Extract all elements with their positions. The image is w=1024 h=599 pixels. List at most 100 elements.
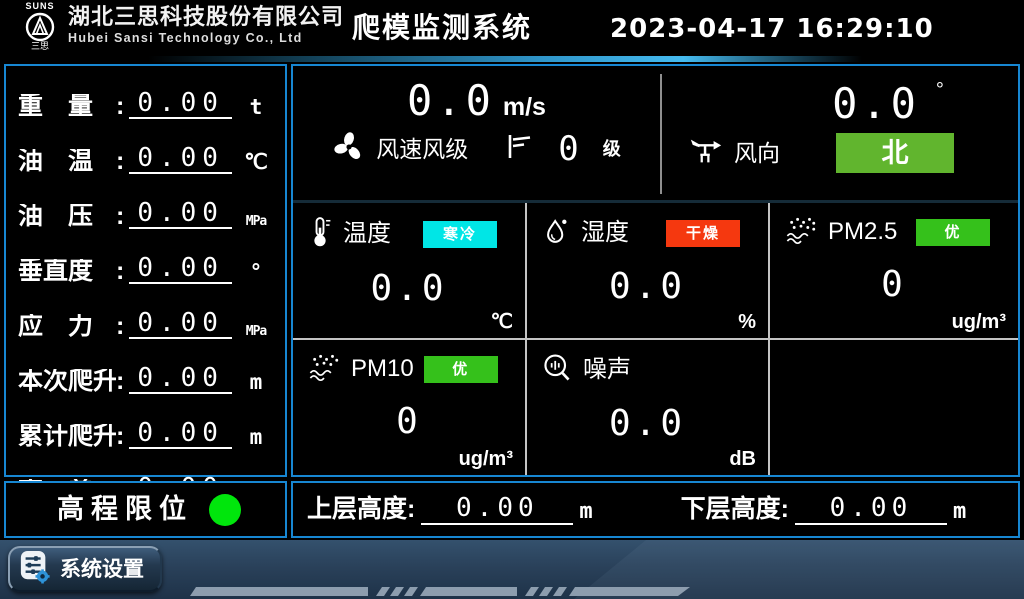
datetime-display: 2023-04-17 16:29:10	[610, 16, 934, 42]
wind-speed-unit: m/s	[503, 93, 546, 121]
settings-button-label: 系统设置	[60, 559, 144, 580]
logo-text-top: SUNS	[16, 2, 64, 11]
logo-icon	[25, 12, 55, 42]
colon: :	[116, 314, 124, 339]
measurements-panel: 重 量: 0.00 t 油 温: 0.00 ℃ 油 压: 0.00 MPa 垂直…	[4, 64, 287, 477]
measure-label: 重 量	[18, 94, 116, 119]
thermometer-icon	[307, 215, 333, 253]
colon: :	[116, 149, 124, 174]
measure-row-verticality: 垂直度: 0.00 °	[18, 234, 275, 289]
sensor-cell-temperature: 温度 寒冷 0.0 ℃	[293, 203, 525, 338]
lower-level-unit: m	[953, 501, 966, 525]
sensor-label: PM2.5	[828, 220, 897, 244]
header: SUNS 三思 湖北三思科技股份有限公司 Hubei Sansi Technol…	[0, 0, 1024, 55]
wind-speed-line: 0.0m/s	[293, 80, 660, 122]
droplet-icon	[541, 215, 571, 251]
page-title: 爬模监测系统	[352, 14, 532, 42]
status-badge: 寒冷	[423, 221, 497, 248]
lower-level-label: 下层高度	[681, 497, 781, 525]
sensor-label: 噪声	[583, 358, 631, 382]
sensor-unit: ℃	[491, 312, 513, 332]
wind-speed-value: 0.0	[407, 76, 495, 125]
sensor-value: 0.0	[541, 269, 754, 305]
company-name-cn: 湖北三思科技股份有限公司	[68, 6, 344, 28]
measure-value: 0.00	[129, 365, 232, 394]
colon: :	[116, 204, 124, 229]
elevation-limit-indicator	[209, 494, 241, 526]
cell-head: PM2.5 优	[784, 215, 1004, 249]
sensor-label: 湿度	[581, 221, 629, 245]
sensor-unit: %	[738, 312, 756, 332]
measure-unit: m	[237, 427, 275, 449]
sensor-value: 0.0	[307, 271, 511, 307]
wind-speed-sub: 风速风级 0 级	[293, 130, 660, 168]
wind-speed-block: 0.0m/s 风速风级	[293, 66, 660, 200]
wind-level-flag-icon	[506, 133, 532, 165]
measure-value: 0.00	[129, 200, 232, 229]
company-names: 湖北三思科技股份有限公司 Hubei Sansi Technology Co.,…	[68, 6, 344, 45]
sensor-label: PM10	[351, 357, 414, 381]
sensor-value: 0.0	[541, 406, 754, 442]
colon: :	[116, 424, 124, 449]
measure-row-weight: 重 量: 0.00 t	[18, 69, 275, 124]
measure-value: 0.00	[129, 420, 232, 449]
status-badge: 干燥	[666, 220, 740, 247]
cell-head: PM10 优	[307, 352, 511, 386]
measure-row-oil-temp: 油 温: 0.00 ℃	[18, 124, 275, 179]
levels-panel: 上层高度 : 0.00 m 下层高度 : 0.00 m	[291, 481, 1020, 538]
sensor-cell-empty	[770, 340, 1018, 475]
wind-level-unit: 级	[603, 140, 621, 158]
wind-direction-label: 风向	[734, 142, 780, 165]
cell-head: 噪声	[541, 352, 754, 388]
wind-section: 0.0m/s 风速风级	[293, 66, 1018, 203]
wind-direction-value: 0.0	[832, 79, 920, 128]
wind-direction-block: 0.0 ° 风向 北	[662, 66, 1018, 200]
measure-label: 垂直度	[18, 259, 116, 284]
logo-text-bottom: 三思	[16, 42, 64, 51]
settings-sliders-icon	[19, 549, 51, 589]
noise-icon	[541, 352, 573, 388]
sensor-unit: dB	[729, 449, 756, 469]
sensor-label: 温度	[343, 222, 391, 246]
measure-value: 0.00	[129, 90, 232, 119]
measure-label: 油 温	[18, 149, 116, 174]
measure-label: 油 压	[18, 204, 116, 229]
system-settings-button[interactable]: 系统设置	[8, 546, 162, 592]
monitor-screen: SUNS 三思 湖北三思科技股份有限公司 Hubei Sansi Technol…	[0, 0, 1024, 599]
sensor-unit: ug/m³	[952, 312, 1006, 332]
wind-direction-badge: 北	[836, 133, 954, 173]
dust-icon	[307, 352, 341, 386]
colon: :	[116, 259, 124, 284]
wind-level-value: 0	[558, 132, 578, 166]
wind-direction-sub: 风向 北	[662, 133, 1018, 173]
measure-value: 0.00	[129, 310, 232, 339]
wind-direction-unit: °	[936, 79, 944, 101]
measure-row-total-climb: 累计爬升: 0.00 m	[18, 399, 275, 454]
measure-value: 0.00	[129, 255, 232, 284]
measure-unit: MPa	[237, 215, 275, 229]
sensor-cell-pm25: PM2.5 优 0 ug/m³	[770, 203, 1018, 338]
measure-unit: t	[237, 97, 275, 119]
upper-level-value: 0.00	[421, 495, 573, 525]
header-divider	[148, 56, 862, 62]
measure-label: 累计爬升	[18, 424, 116, 449]
sensor-value: 0	[784, 267, 1004, 303]
measure-unit: ℃	[237, 152, 275, 174]
colon: :	[781, 497, 789, 525]
upper-level-label: 上层高度	[307, 497, 407, 525]
lower-level-group: 下层高度 : 0.00 m	[681, 495, 967, 525]
colon: :	[116, 94, 124, 119]
elevation-limit-label: 高程限位	[50, 496, 193, 523]
environment-panel: 0.0m/s 风速风级	[291, 64, 1020, 477]
measure-unit: MPa	[237, 325, 275, 339]
sensor-unit: ug/m³	[459, 449, 513, 469]
footer-bar: 系统设置	[0, 540, 1024, 599]
sensor-cell-pm10: PM10 优 0 ug/m³	[293, 340, 525, 475]
measure-row-current-climb: 本次爬升: 0.00 m	[18, 344, 275, 399]
measure-label: 应 力	[18, 314, 116, 339]
measure-row-oil-pressure: 油 压: 0.00 MPa	[18, 179, 275, 234]
dust-icon	[784, 215, 818, 249]
measure-label: 本次爬升	[18, 369, 116, 394]
upper-level-unit: m	[579, 501, 592, 525]
upper-level-group: 上层高度 : 0.00 m	[307, 495, 593, 525]
